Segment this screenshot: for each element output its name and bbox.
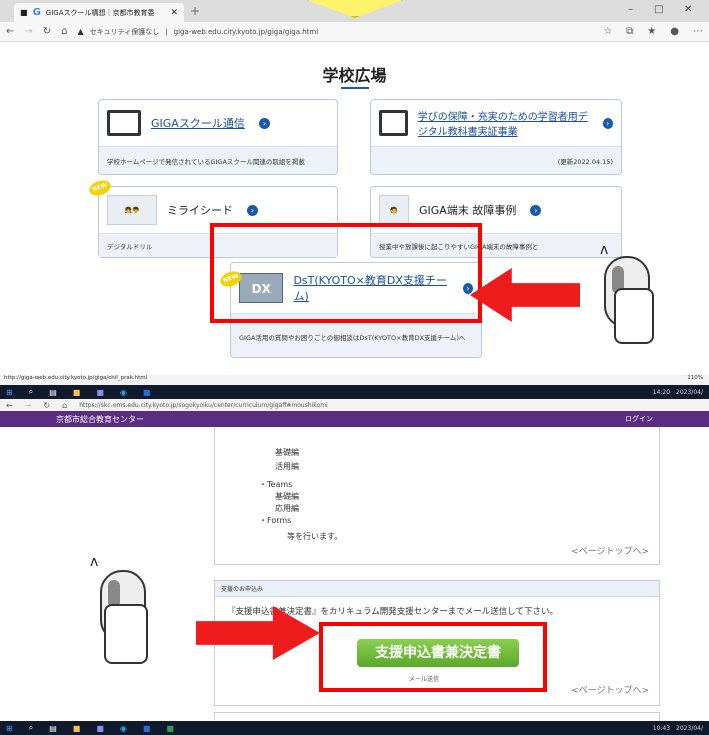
course-list-panel: 基礎編 活用編 ・Teams 基礎編 応用編 ・Forms 等を行います。 <ペ… — [214, 427, 660, 565]
card-title[interactable]: 学びの保障・充実のための学習者用デジタル教科書実証事業 — [418, 108, 589, 138]
monitor-icon — [379, 110, 408, 136]
login-link[interactable]: ログイン — [625, 414, 653, 424]
mouse-click-illustration: ʌ — [88, 552, 158, 672]
back-icon[interactable]: ← — [6, 26, 14, 37]
favorites-icon[interactable]: ★ — [647, 26, 656, 37]
card-description: (更新2022.04.15) — [371, 146, 621, 174]
windows-start-icon[interactable]: ⊞ — [6, 388, 13, 397]
url-field[interactable]: ▲ セキュリティ保護なし | giga-web.edu.city.kyoto.j… — [78, 27, 319, 37]
list-item: ・Forms — [259, 516, 292, 525]
click-lines-icon: ʌ — [90, 554, 99, 570]
file-explorer-icon[interactable]: ■ — [73, 388, 81, 397]
home-icon[interactable]: ⌂ — [61, 26, 67, 37]
url-text[interactable]: https://skc-oms.edu.city.kyoto.jp/sogoky… — [79, 402, 328, 409]
mouse-click-illustration: ʌ — [592, 240, 662, 350]
back-icon[interactable]: ← — [6, 401, 13, 410]
edge-icon[interactable]: ◉ — [120, 724, 127, 733]
tab-title: GIGAスクール構想｜京都市教育委 — [45, 8, 155, 17]
url-text: giga-web.edu.city.kyoto.jp/giga/giga.htm… — [173, 27, 319, 36]
windows-start-icon[interactable]: ⊞ — [6, 724, 13, 733]
arrow-right-icon: › — [247, 204, 258, 216]
card-title[interactable]: GIGAスクール通信 — [151, 115, 245, 131]
collections-icon[interactable]: ⧉ — [626, 26, 633, 37]
time: 14:20 — [652, 388, 671, 396]
maximize-icon[interactable]: □ — [654, 4, 663, 15]
highlight-box — [210, 223, 482, 323]
site-name[interactable]: 京都市総合教育センター — [56, 414, 144, 425]
word-icon[interactable]: ■ — [143, 388, 151, 397]
browser-tab[interactable]: ■ G GIGAスクール構想｜京都市教育委 ✕ — [14, 3, 184, 22]
taskbar-bottom: ⊞ ⌕ ▤ ■ ■ ◉ ■ ■ 10:43 2023/04/ — [0, 721, 709, 735]
close-window-icon[interactable]: ✕ — [684, 4, 692, 15]
list-item: 基礎編 — [275, 448, 299, 457]
page-title: 学校広場 — [322, 66, 387, 85]
arrow-right-icon: › — [530, 204, 542, 216]
site-header: 京都市総合教育センター ログイン — [0, 411, 709, 427]
date: 2023/04/ — [676, 724, 703, 732]
miraiseed-thumbnail: 👧👦 — [107, 195, 157, 225]
zoom-level: 110% — [687, 375, 703, 381]
arrow-right-icon: › — [258, 117, 270, 129]
card-digital-textbook[interactable]: 学びの保障・充実のための学習者用デジタル教科書実証事業 › (更新2022.04.… — [370, 99, 622, 175]
refresh-icon[interactable]: ↻ — [43, 401, 50, 410]
status-bar: http://giga-web.edu.city.kyoto.jp/giga/c… — [0, 375, 709, 385]
time: 10:43 — [652, 724, 671, 732]
taskbar-top: ⊞ ⌕ ▤ ■ ■ ◉ ■ 14:20 2023/04/ — [0, 385, 709, 399]
profile-icon[interactable]: ● — [670, 26, 679, 37]
card-title[interactable]: ミライシード — [167, 202, 233, 218]
task-view-icon[interactable]: ▤ — [49, 388, 57, 397]
card-description: 学校ホームページで発信されているGIGAスクール関連の取組を掲載 — [99, 146, 337, 174]
edge-icon[interactable]: ◉ — [120, 388, 127, 397]
minimize-icon[interactable]: – — [628, 4, 633, 15]
laptop-icon — [107, 110, 141, 136]
date: 2023/04/ — [676, 388, 703, 396]
system-tray: 10:43 2023/04/ — [653, 725, 703, 732]
tab-page-icon: ■ — [20, 8, 28, 17]
list-item: 応用編 — [275, 504, 299, 513]
title-underline — [341, 87, 369, 89]
section-heading: 支援のお申込み — [215, 581, 659, 597]
list-item: 活用編 — [275, 462, 299, 471]
student-illustration-icon: 🧑 — [379, 195, 409, 225]
hand-icon — [104, 604, 148, 664]
list-item: ・Teams — [259, 480, 293, 489]
google-icon: G — [32, 7, 41, 18]
search-icon[interactable]: ⌕ — [29, 387, 33, 397]
warning-icon: ▲ — [77, 27, 84, 36]
forward-icon[interactable]: → — [24, 26, 32, 37]
status-url: http://giga-web.edu.city.kyoto.jp/giga/c… — [4, 375, 148, 381]
teams-icon[interactable]: ■ — [96, 724, 104, 733]
file-explorer-icon[interactable]: ■ — [73, 724, 81, 733]
list-item: 基礎編 — [275, 492, 299, 501]
page-top-link[interactable]: <ページトップへ> — [571, 544, 649, 557]
forward-icon[interactable]: → — [25, 401, 32, 410]
task-view-icon[interactable]: ▤ — [49, 724, 57, 733]
address-bar: ← → ↻ ⌂ ▲ セキュリティ保護なし | giga-web.edu.city… — [0, 22, 709, 42]
home-icon[interactable]: ⌂ — [62, 401, 67, 410]
teams-icon[interactable]: ■ — [96, 388, 104, 397]
word-icon[interactable]: ■ — [143, 724, 151, 733]
card-title[interactable]: GIGA端末 故障事例 — [419, 202, 516, 218]
page-top-link[interactable]: <ページトップへ> — [571, 683, 649, 696]
next-panel-edge — [214, 712, 660, 720]
new-tab-icon[interactable]: + — [190, 4, 200, 18]
tab-close-icon[interactable]: ✕ — [170, 8, 178, 18]
system-tray: 14:20 2023/04/ — [653, 389, 703, 396]
list-item: 等を行います。 — [287, 532, 343, 541]
more-icon[interactable]: ⋯ — [693, 26, 703, 37]
click-lines-icon: ʌ — [600, 242, 609, 258]
address-bar-2: ← → ↻ ⌂ https://skc-oms.edu.city.kyoto.j… — [0, 399, 709, 411]
search-icon[interactable]: ⌕ — [29, 723, 33, 733]
arrow-right-icon: › — [602, 117, 613, 129]
red-arrow-pointer — [470, 268, 580, 322]
excel-icon[interactable]: ■ — [166, 724, 174, 733]
highlight-box — [319, 622, 547, 692]
refresh-icon[interactable]: ↻ — [43, 26, 51, 37]
card-giga-school-news[interactable]: GIGAスクール通信 › 学校ホームページで発信されているGIGAスクール関連の取… — [98, 99, 338, 175]
hand-icon — [614, 288, 654, 344]
security-label: セキュリティ保護なし — [89, 27, 160, 36]
read-aloud-icon[interactable]: ☆ — [603, 26, 612, 37]
